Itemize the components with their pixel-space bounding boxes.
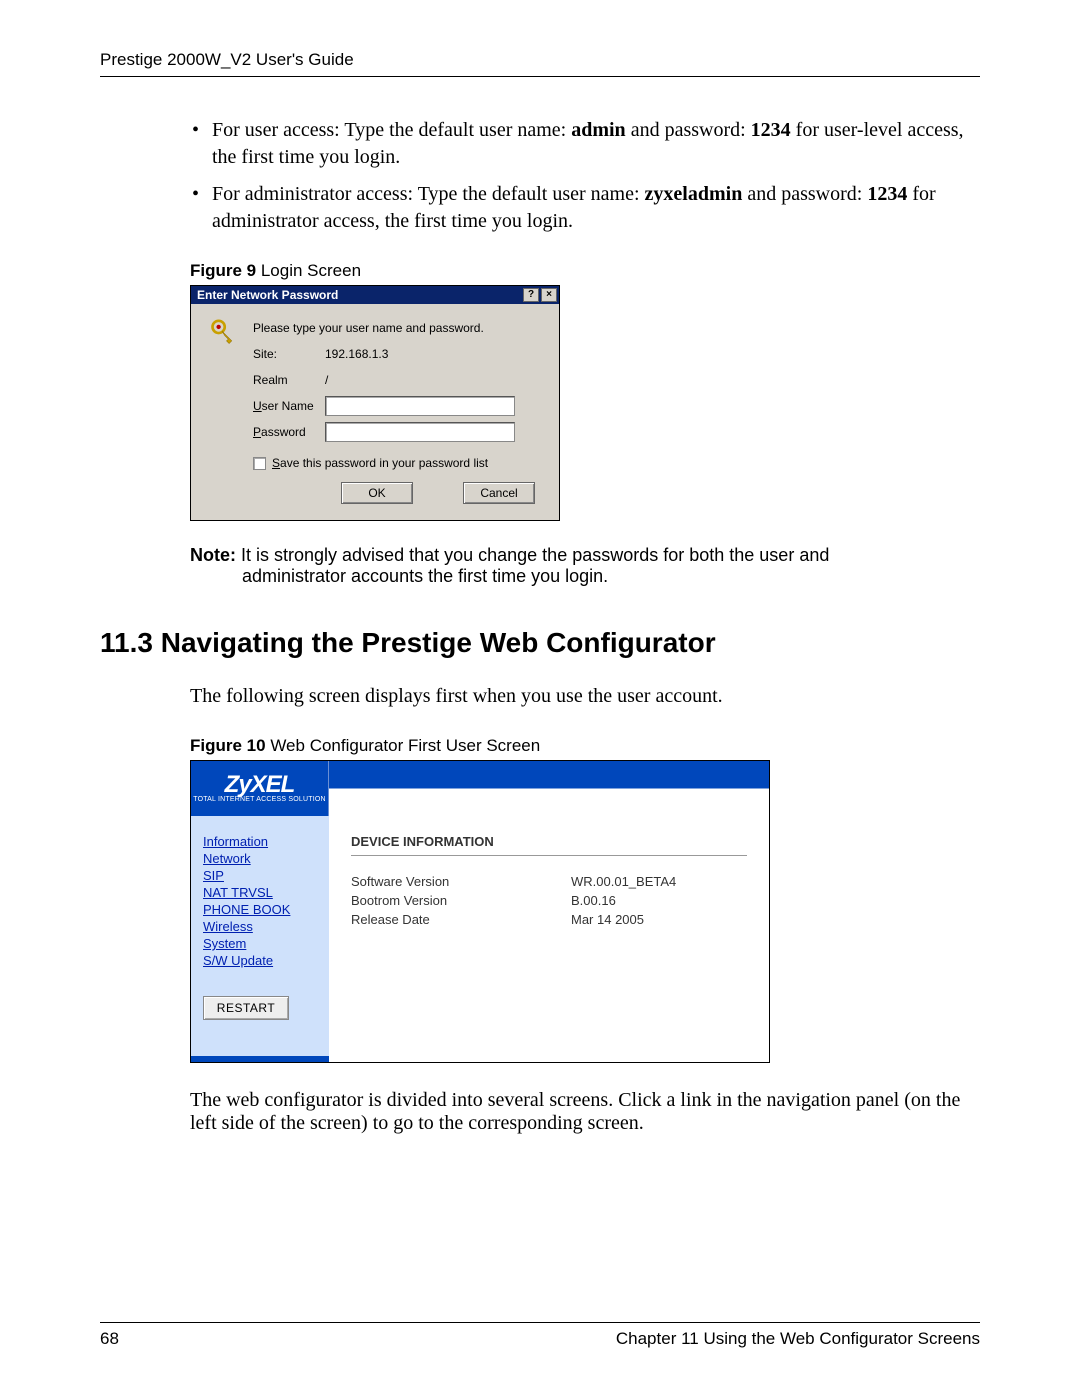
- password-label: Password: [253, 425, 325, 439]
- sidebar-item-network[interactable]: Network: [203, 851, 319, 866]
- bullet-user: For user access: Type the default user n…: [190, 117, 980, 171]
- banner: [329, 761, 769, 816]
- dialog-titlebar: Enter Network Password ? ×: [191, 286, 559, 304]
- dialog-title: Enter Network Password: [197, 288, 338, 302]
- info-val: B.00.16: [571, 893, 616, 908]
- realm-value: /: [325, 373, 328, 387]
- info-key: Software Version: [351, 874, 571, 889]
- help-icon[interactable]: ?: [523, 288, 539, 302]
- save-password-checkbox[interactable]: [253, 457, 266, 470]
- login-dialog: Enter Network Password ? × Please type y…: [190, 285, 560, 521]
- section-heading: 11.3 Navigating the Prestige Web Configu…: [100, 627, 980, 659]
- info-key: Release Date: [351, 912, 571, 927]
- web-configurator-screenshot: ZyXEL TOTAL INTERNET ACCESS SOLUTION Inf…: [190, 760, 770, 1063]
- info-val: Mar 14 2005: [571, 912, 644, 927]
- close-icon[interactable]: ×: [541, 288, 557, 302]
- chapter-label: Chapter 11 Using the Web Configurator Sc…: [616, 1329, 980, 1349]
- cancel-button[interactable]: Cancel: [463, 482, 535, 504]
- content-panel: DEVICE INFORMATION Software Version WR.0…: [329, 816, 769, 1056]
- page-number: 68: [100, 1329, 119, 1349]
- realm-label: Realm: [253, 373, 325, 387]
- sidebar-item-information[interactable]: Information: [203, 834, 319, 849]
- logo: ZyXEL TOTAL INTERNET ACCESS SOLUTION: [191, 761, 329, 816]
- password-field[interactable]: [325, 422, 515, 442]
- sidebar-item-sip[interactable]: SIP: [203, 868, 319, 883]
- sidebar: Information Network SIP NAT TRVSL PHONE …: [191, 816, 329, 1056]
- page-footer: 68 Chapter 11 Using the Web Configurator…: [100, 1322, 980, 1349]
- divider: [351, 855, 747, 856]
- sidebar-item-wireless[interactable]: Wireless: [203, 919, 319, 934]
- save-password-label: Save this password in your password list: [272, 456, 488, 470]
- table-row: Bootrom Version B.00.16: [351, 893, 747, 908]
- note-block: Note: It is strongly advised that you ch…: [100, 545, 980, 587]
- site-value: 192.168.1.3: [325, 347, 388, 361]
- access-bullets: For user access: Type the default user n…: [190, 117, 980, 235]
- figure10-caption: Figure 10 Web Configurator First User Sc…: [190, 736, 980, 756]
- table-row: Software Version WR.00.01_BETA4: [351, 874, 747, 889]
- key-icon: [209, 318, 237, 448]
- table-row: Release Date Mar 14 2005: [351, 912, 747, 927]
- sidebar-footer-bar: [191, 1056, 329, 1062]
- bullet-admin: For administrator access: Type the defau…: [190, 181, 980, 235]
- info-key: Bootrom Version: [351, 893, 571, 908]
- restart-button[interactable]: RESTART: [203, 996, 289, 1020]
- username-field[interactable]: [325, 396, 515, 416]
- site-label: Site:: [253, 347, 325, 361]
- username-label: User Name: [253, 399, 325, 413]
- ok-button[interactable]: OK: [341, 482, 413, 504]
- intro-paragraph: The following screen displays first when…: [190, 685, 980, 708]
- page-header: Prestige 2000W_V2 User's Guide: [100, 50, 980, 77]
- panel-title: DEVICE INFORMATION: [351, 834, 747, 849]
- sidebar-item-system[interactable]: System: [203, 936, 319, 951]
- sidebar-item-phone-book[interactable]: PHONE BOOK: [203, 902, 319, 917]
- closing-paragraph: The web configurator is divided into sev…: [190, 1089, 980, 1135]
- header-left: Prestige 2000W_V2 User's Guide: [100, 50, 354, 70]
- info-val: WR.00.01_BETA4: [571, 874, 676, 889]
- dialog-prompt: Please type your user name and password.: [253, 321, 484, 335]
- sidebar-item-nat-trvsl[interactable]: NAT TRVSL: [203, 885, 319, 900]
- figure9-caption: Figure 9 Login Screen: [190, 261, 980, 281]
- sidebar-item-sw-update[interactable]: S/W Update: [203, 953, 319, 968]
